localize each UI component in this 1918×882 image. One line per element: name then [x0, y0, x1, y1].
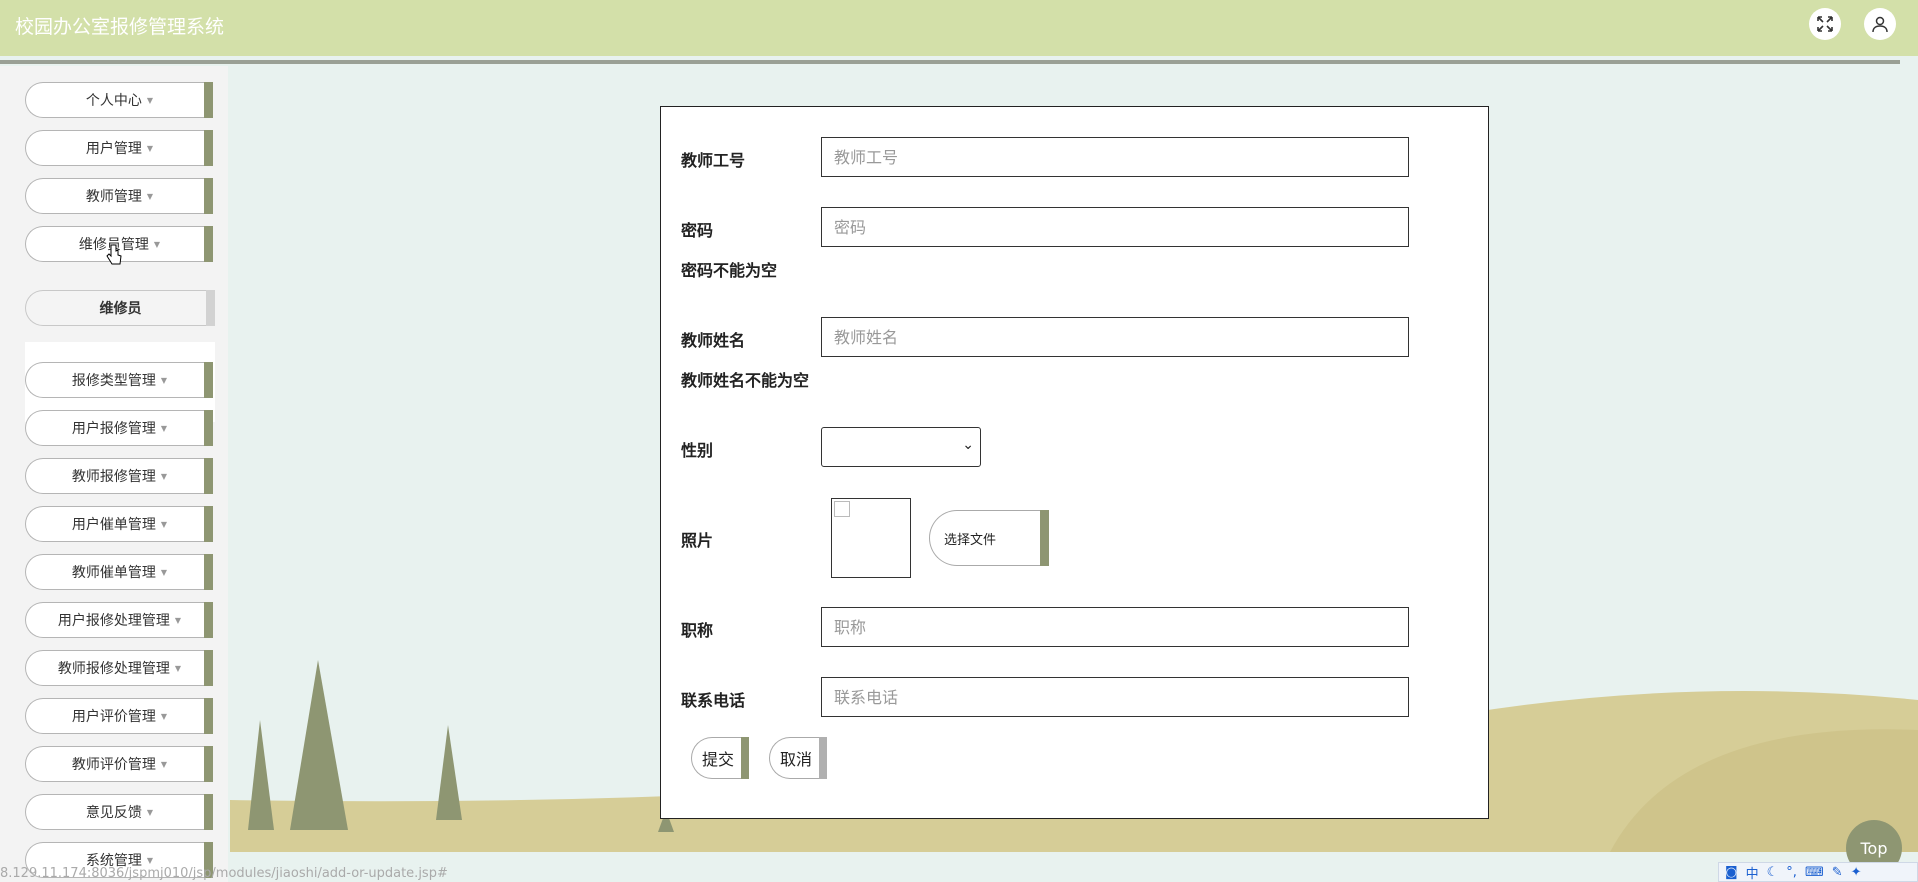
moon-icon[interactable]: ☾: [1767, 865, 1779, 880]
sidebar-item-personal-center[interactable]: 个人中心 ▼: [25, 82, 213, 118]
caret-down-icon: ▼: [160, 759, 168, 769]
caret-down-icon: ▼: [160, 375, 168, 385]
sidebar-item-teacher-management[interactable]: 教师管理 ▼: [25, 178, 213, 214]
chevron-down-icon: ⌄: [962, 437, 974, 453]
caret-down-icon: ▼: [174, 615, 182, 625]
punctuation-icon[interactable]: °,: [1786, 865, 1797, 880]
phone-input[interactable]: [821, 677, 1409, 717]
sidebar-item-teacher-reminder-management[interactable]: 教师催单管理 ▼: [25, 554, 213, 590]
submit-button[interactable]: 提交: [691, 737, 749, 779]
teacher-form-panel: 教师工号 密码 密码不能为空 教师姓名 教师姓名不能为空 性别 ⌄ 照片 选择文…: [660, 106, 1489, 819]
header-divider: [0, 60, 1900, 64]
caret-down-icon: ▼: [153, 239, 161, 249]
password-error: 密码不能为空: [681, 261, 778, 280]
label-gender: 性别: [681, 441, 714, 460]
top-header: 校园办公室报修管理系统: [0, 0, 1918, 64]
choose-file-button[interactable]: 选择文件: [929, 510, 1049, 566]
caret-down-icon: ▼: [146, 95, 154, 105]
user-icon[interactable]: [1864, 8, 1896, 40]
teacher-name-input[interactable]: [821, 317, 1409, 357]
password-input[interactable]: [821, 207, 1409, 247]
caret-down-icon: ▼: [160, 471, 168, 481]
caret-down-icon: ▼: [146, 143, 154, 153]
sidebar: 个人中心▼ 用户管理▼ 教师管理▼ 维修员管理▼ 维修员 报修类型管理▼ 用户报…: [0, 66, 228, 882]
photo-preview: [831, 498, 911, 578]
label-teacher-id: 教师工号: [681, 151, 746, 170]
sidebar-item-teacher-repair-management[interactable]: 教师报修管理 ▼: [25, 458, 213, 494]
submenu-item-repairer[interactable]: 维修员: [25, 290, 215, 326]
wrench-icon[interactable]: ✦: [1851, 865, 1862, 880]
label-photo: 照片: [681, 531, 714, 550]
cancel-button[interactable]: 取消: [769, 737, 827, 779]
label-phone: 联系电话: [681, 691, 746, 710]
caret-down-icon: ▼: [160, 519, 168, 529]
gender-select[interactable]: ⌄: [821, 427, 981, 467]
ime-mode[interactable]: 中: [1746, 863, 1759, 882]
settings-icon[interactable]: ✎: [1832, 865, 1843, 880]
fullscreen-icon[interactable]: [1809, 8, 1841, 40]
sidebar-item-user-management[interactable]: 用户管理 ▼: [25, 130, 213, 166]
sidebar-item-user-repair-processing[interactable]: 用户报修处理管理 ▼: [25, 602, 213, 638]
caret-down-icon: ▼: [146, 807, 154, 817]
broken-image-icon: [834, 501, 850, 517]
sidebar-item-user-reminder-management[interactable]: 用户催单管理 ▼: [25, 506, 213, 542]
sidebar-item-teacher-repair-processing[interactable]: 教师报修处理管理 ▼: [25, 650, 213, 686]
ime-toolbar: ◙ 中 ☾ °, ⌨ ✎ ✦: [1718, 862, 1918, 882]
sidebar-item-repair-type-management[interactable]: 报修类型管理 ▼: [25, 362, 213, 398]
sidebar-item-user-repair-management[interactable]: 用户报修管理 ▼: [25, 410, 213, 446]
sidebar-item-teacher-review-management[interactable]: 教师评价管理 ▼: [25, 746, 213, 782]
job-title-input[interactable]: [821, 607, 1409, 647]
label-teacher-name: 教师姓名: [681, 331, 746, 350]
teacher-id-input[interactable]: [821, 137, 1409, 177]
label-password: 密码: [681, 221, 714, 240]
hand-cursor-icon: [106, 244, 122, 265]
caret-down-icon: ▼: [174, 663, 182, 673]
sidebar-item-feedback[interactable]: 意见反馈 ▼: [25, 794, 213, 830]
caret-down-icon: ▼: [146, 191, 154, 201]
app-title: 校园办公室报修管理系统: [15, 16, 225, 38]
caret-down-icon: ▼: [146, 855, 154, 865]
caret-down-icon: ▼: [160, 567, 168, 577]
search-icon[interactable]: ◙: [1725, 865, 1738, 880]
keyboard-icon[interactable]: ⌨: [1805, 865, 1824, 880]
caret-down-icon: ▼: [160, 711, 168, 721]
caret-down-icon: ▼: [160, 423, 168, 433]
status-url: 8.129.11.174:8036/jspmj010/jsp/modules/j…: [0, 866, 448, 881]
sidebar-item-user-review-management[interactable]: 用户评价管理 ▼: [25, 698, 213, 734]
teacher-name-error: 教师姓名不能为空: [681, 371, 810, 390]
label-job-title: 职称: [681, 621, 714, 640]
